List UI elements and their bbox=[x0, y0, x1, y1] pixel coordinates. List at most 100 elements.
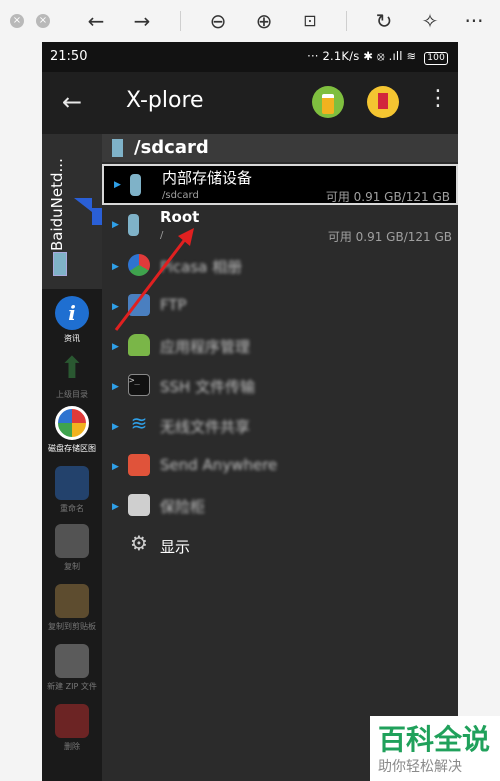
expand-arrow-icon[interactable]: ▶ bbox=[114, 180, 121, 190]
rotate-icon[interactable]: ↻ bbox=[370, 8, 398, 34]
status-time: 21:50 bbox=[50, 49, 88, 64]
bookmark-icon[interactable] bbox=[367, 86, 399, 118]
item-name: Send Anywhere bbox=[160, 456, 278, 474]
item-name: 应用程序管理 bbox=[160, 338, 251, 356]
forward-arrow-icon[interactable]: → bbox=[128, 8, 156, 34]
list-item[interactable]: ▶ Root / 可用 0.91 GB/121 GB bbox=[102, 206, 458, 246]
watermark-subtitle: 助你轻松解决 bbox=[378, 759, 462, 775]
toolbar-divider bbox=[180, 11, 181, 31]
watermark-title: 百科全说 bbox=[378, 723, 491, 756]
item-name: Picasa 相册 bbox=[160, 258, 243, 276]
send-icon bbox=[128, 454, 150, 476]
list-item[interactable]: ⚙ 显示 bbox=[102, 526, 458, 566]
back-button[interactable]: ← bbox=[62, 88, 82, 116]
android-icon bbox=[128, 334, 150, 356]
item-name: 内部存储设备 bbox=[162, 169, 253, 187]
item-name: 无线文件共享 bbox=[160, 418, 251, 436]
zoom-out-icon[interactable]: ⊖ bbox=[204, 8, 232, 34]
viewer-toolbar: × × ← → ⊖ ⊕ ⊡ ↻ ✧ ··· bbox=[0, 0, 500, 42]
expand-arrow-icon[interactable]: ▶ bbox=[112, 502, 119, 512]
sidebar-item-label: 复制到剪贴板 bbox=[48, 622, 96, 631]
trash-icon bbox=[55, 704, 89, 738]
expand-arrow-icon[interactable]: ▶ bbox=[112, 220, 119, 230]
list-item[interactable]: ▶ Send Anywhere bbox=[102, 446, 458, 486]
item-name: 保险柜 bbox=[160, 498, 206, 516]
minimize-window-icon[interactable]: × bbox=[36, 14, 50, 28]
terminal-icon: >_ bbox=[128, 374, 150, 396]
sidebar-item-up[interactable]: ⬆ 上级目录 bbox=[42, 352, 102, 400]
clipboard-icon bbox=[55, 584, 89, 618]
item-name: FTP bbox=[160, 296, 187, 314]
status-bar: 21:50 ··· 2.1K/s ✱ ⦻ .ıll ≋ 100 bbox=[42, 42, 458, 72]
battery-icon: 100 bbox=[424, 52, 448, 65]
beer-icon[interactable] bbox=[312, 86, 344, 118]
overflow-menu-button[interactable]: ⋮ bbox=[427, 88, 449, 110]
item-path: /sdcard bbox=[162, 190, 199, 201]
sidebar-item-zip[interactable]: 新建 ZIP 文件 bbox=[42, 644, 102, 692]
item-path: / bbox=[160, 230, 164, 241]
sidebar: BaiduNetd... i 资讯 ⬆ 上级目录 磁盘存储区图 重命名 复制 复… bbox=[42, 134, 102, 781]
item-free-space: 可用 0.91 GB/121 GB bbox=[327, 230, 452, 244]
rename-icon bbox=[55, 466, 89, 500]
expand-arrow-icon[interactable]: ▶ bbox=[112, 342, 119, 352]
phone-screen: 21:50 ··· 2.1K/s ✱ ⦻ .ıll ≋ 100 ← X-plor… bbox=[42, 42, 458, 781]
fit-size-icon[interactable]: ⊡ bbox=[296, 8, 324, 34]
picasa-icon bbox=[128, 254, 150, 276]
zoom-in-icon[interactable]: ⊕ bbox=[250, 8, 278, 34]
gears-icon: ⚙ bbox=[130, 531, 148, 555]
sidebar-item-delete[interactable]: 删除 bbox=[42, 704, 102, 752]
more-icon[interactable]: ··· bbox=[460, 8, 488, 34]
app-bar: ← X-plore ⋮ bbox=[42, 72, 458, 134]
sdcard-icon bbox=[53, 252, 67, 276]
sidebar-item-rename[interactable]: 重命名 bbox=[42, 466, 102, 514]
list-item[interactable]: ▶ FTP bbox=[102, 286, 458, 326]
sidebar-item-clipboard[interactable]: 复制到剪贴板 bbox=[42, 584, 102, 632]
sidebar-item-label: 新建 ZIP 文件 bbox=[47, 682, 97, 691]
sidebar-item-label: 删除 bbox=[64, 742, 80, 751]
item-name: SSH 文件传输 bbox=[160, 378, 256, 396]
magic-wand-icon[interactable]: ✧ bbox=[416, 8, 444, 34]
path-header[interactable]: /sdcard bbox=[102, 134, 458, 162]
sidebar-item-info[interactable]: i 资讯 bbox=[42, 296, 102, 344]
info-icon: i bbox=[55, 296, 89, 330]
close-window-icon[interactable]: × bbox=[10, 14, 24, 28]
toolbar-divider bbox=[346, 11, 347, 31]
item-name: Root bbox=[160, 208, 200, 226]
sidebar-item-label: 上级目录 bbox=[56, 390, 88, 399]
expand-arrow-icon[interactable]: ▶ bbox=[112, 382, 119, 392]
up-arrow-icon: ⬆ bbox=[59, 351, 85, 386]
list-item[interactable]: ▶ 保险柜 bbox=[102, 486, 458, 526]
wifi-icon: ≋ bbox=[130, 411, 148, 435]
sdcard-icon bbox=[130, 174, 141, 196]
zip-icon bbox=[55, 644, 89, 678]
file-list-pane: /sdcard ▶ 内部存储设备 /sdcard 可用 0.91 GB/121 … bbox=[102, 134, 458, 781]
back-arrow-icon[interactable]: ← bbox=[82, 8, 110, 34]
path-text: /sdcard bbox=[134, 137, 209, 158]
pane-tab[interactable]: BaiduNetd... bbox=[42, 134, 102, 289]
pane-tab-label: BaiduNetd... bbox=[48, 158, 66, 251]
sidebar-item-label: 复制 bbox=[64, 562, 80, 571]
expand-arrow-icon[interactable]: ▶ bbox=[112, 462, 119, 472]
sdcard-icon bbox=[128, 214, 139, 236]
app-title: X-plore bbox=[126, 88, 204, 113]
expand-arrow-icon[interactable]: ▶ bbox=[112, 302, 119, 312]
sidebar-item-label: 重命名 bbox=[60, 504, 84, 513]
list-item[interactable]: ▶ 应用程序管理 bbox=[102, 326, 458, 366]
expand-arrow-icon[interactable]: ▶ bbox=[112, 422, 119, 432]
item-name: 显示 bbox=[160, 538, 191, 556]
copy-icon bbox=[55, 524, 89, 558]
vault-icon bbox=[128, 494, 150, 516]
sidebar-item-copy[interactable]: 复制 bbox=[42, 524, 102, 572]
list-item[interactable]: ▶ ≋ 无线文件共享 bbox=[102, 406, 458, 446]
list-item[interactable]: ▶ >_ SSH 文件传输 bbox=[102, 366, 458, 406]
expand-arrow-icon[interactable]: ▶ bbox=[112, 262, 119, 272]
sidebar-item-label: 磁盘存储区图 bbox=[48, 444, 96, 453]
ftp-icon bbox=[128, 294, 150, 316]
sdcard-icon bbox=[112, 139, 123, 157]
item-free-space: 可用 0.91 GB/121 GB bbox=[325, 190, 450, 204]
sidebar-item-disk-map[interactable]: 磁盘存储区图 bbox=[42, 406, 102, 454]
list-item[interactable]: ▶ 内部存储设备 /sdcard 可用 0.91 GB/121 GB bbox=[102, 164, 458, 205]
status-indicators: ··· 2.1K/s ✱ ⦻ .ıll ≋ 100 bbox=[307, 49, 448, 65]
watermark: 百科全说 助你轻松解决 bbox=[370, 716, 500, 781]
list-item[interactable]: ▶ Picasa 相册 bbox=[102, 246, 458, 286]
